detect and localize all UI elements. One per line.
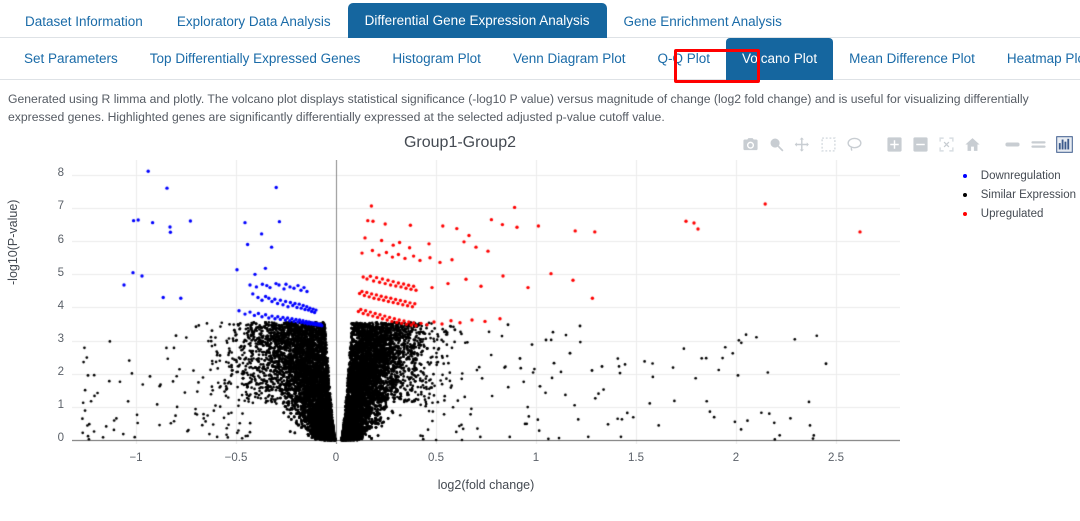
plotly-modebar [741, 135, 1074, 154]
pan-icon[interactable] [793, 135, 812, 154]
x-tick-label: −1 [129, 452, 143, 465]
tab-exploratory-data-analysis[interactable]: Exploratory Data Analysis [160, 5, 348, 39]
x-tick-label: 2 [732, 452, 740, 465]
y-tick-label: 8 [57, 167, 64, 180]
primary-tab-bar: Dataset Information Exploratory Data Ana… [0, 0, 1080, 38]
tab-gene-enrichment-analysis[interactable]: Gene Enrichment Analysis [607, 5, 799, 39]
y-axis-title: -log10(P-value) [6, 199, 20, 286]
x-tick-label: 1.5 [628, 452, 644, 465]
tab-differential-gene-expression-analysis[interactable]: Differential Gene Expression Analysis [347, 2, 607, 38]
zoom-box-icon[interactable] [767, 135, 786, 154]
y-tick-label: 5 [57, 266, 64, 279]
camera-icon[interactable] [741, 135, 760, 154]
legend-item-downregulation[interactable]: Downregulation [959, 168, 1076, 184]
subtab-set-parameters[interactable]: Set Parameters [8, 41, 134, 77]
subtab-volcano-plot[interactable]: Volcano Plot [726, 38, 834, 80]
subtab-heatmap-plot[interactable]: Heatmap Plot [991, 41, 1080, 77]
volcano-plot-container: Group1-Group2 Downregulation Similar Exp… [0, 130, 1080, 510]
home-reset-axes-icon[interactable] [963, 135, 982, 154]
legend-item-similar-expression[interactable]: Similar Expression [959, 187, 1076, 203]
zoom-out-icon[interactable] [911, 135, 930, 154]
plot-description: Generated using R limma and plotly. The … [8, 92, 1029, 124]
hover-compare-icon[interactable] [1029, 135, 1048, 154]
subtab-histogram-plot[interactable]: Histogram Plot [376, 41, 497, 77]
volcano-scatter-canvas[interactable] [72, 160, 900, 445]
box-select-icon[interactable] [819, 135, 838, 154]
y-tick-label: 4 [57, 299, 64, 312]
x-tick-label: −0.5 [224, 452, 248, 465]
y-tick-label: 7 [57, 200, 64, 213]
subtab-mean-difference-plot[interactable]: Mean Difference Plot [833, 41, 991, 77]
subtab-venn-diagram-plot[interactable]: Venn Diagram Plot [497, 41, 642, 77]
y-tick-label: 2 [57, 366, 64, 379]
plotly-logo-icon[interactable] [1055, 135, 1074, 154]
legend-item-upregulated[interactable]: Upregulated [959, 206, 1076, 222]
subtab-top-differentially-expressed-genes[interactable]: Top Differentially Expressed Genes [134, 41, 377, 77]
y-tick-label: 3 [57, 332, 64, 345]
legend-label-similar-expression: Similar Expression [980, 189, 1076, 202]
x-axis-title: log2(fold change) [437, 478, 535, 493]
toggle-spike-lines-icon[interactable] [1003, 135, 1022, 154]
zoom-in-icon[interactable] [885, 135, 904, 154]
autoscale-icon[interactable] [937, 135, 956, 154]
legend-marker-downregulation [962, 174, 967, 179]
y-tick-label: 6 [57, 233, 64, 246]
plot-legend: Downregulation Similar Expression Upregu… [959, 168, 1076, 225]
legend-label-upregulated: Upregulated [980, 208, 1044, 221]
legend-label-downregulation: Downregulation [980, 170, 1061, 183]
x-tick-label: 0.5 [428, 452, 444, 465]
y-tick-label: 0 [57, 432, 64, 445]
legend-marker-similar-expression [962, 193, 967, 198]
legend-marker-upregulated [962, 212, 967, 217]
x-tick-label: 1 [532, 452, 540, 465]
secondary-tab-bar: Set Parameters Top Differentially Expres… [0, 38, 1080, 80]
lasso-select-icon[interactable] [845, 135, 864, 154]
subtab-qq-plot[interactable]: Q-Q Plot [642, 41, 727, 77]
y-tick-label: 1 [57, 399, 64, 412]
tab-dataset-information[interactable]: Dataset Information [8, 5, 160, 39]
x-tick-label: 2.5 [828, 452, 844, 465]
x-tick-label: 0 [332, 452, 340, 465]
